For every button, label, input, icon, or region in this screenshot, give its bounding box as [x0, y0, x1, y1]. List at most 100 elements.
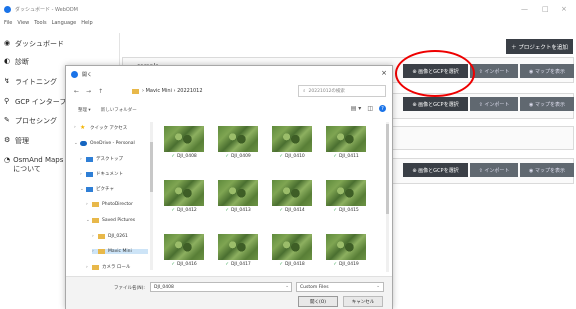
file-thumbnail[interactable]: ✓ DJI_0417 [214, 234, 262, 267]
filename-input[interactable]: DJI_0408 ⌄ [150, 282, 292, 292]
close-icon[interactable]: × [381, 69, 387, 77]
import-button[interactable]: ⇪ インポート [470, 163, 518, 177]
tree-item-label: PhotoDirector [102, 202, 133, 207]
file-thumbnail[interactable]: ✓ DJI_0416 [160, 234, 208, 267]
sync-check-icon: ✓ [225, 154, 229, 159]
close-window-button[interactable]: × [561, 5, 567, 13]
tree-item-label: クイック アクセス [90, 125, 128, 131]
dashboard-icon: ◉ [4, 39, 11, 47]
file-thumbnail[interactable]: ✓ DJI_0414 [268, 180, 316, 213]
menu-language[interactable]: Language [52, 20, 77, 30]
file-grid: ✓ DJI_0408 ✓ DJI_0409 ✓ DJI_0410 ✓ DJI_0411 … [158, 122, 390, 272]
view-mode-icon[interactable]: ▤ ▾ [351, 105, 362, 112]
search-input[interactable]: ⌕ 20221012の検索 [298, 85, 386, 97]
file-name: DJI_0419 [338, 262, 359, 267]
open-button[interactable]: 開く(O) [298, 296, 338, 307]
menu-tools[interactable]: Tools [34, 20, 46, 30]
tree-item-mavic-mini[interactable]: › Mavic Mini [92, 249, 148, 254]
scrollbar-thumb[interactable] [150, 142, 153, 192]
tree-item-label: ピクチャ [96, 187, 114, 192]
minimize-button[interactable]: — [521, 5, 528, 13]
file-thumbnail[interactable]: ✓ DJI_0419 [322, 234, 370, 267]
tree-item-label: DJI_0261 [108, 234, 128, 239]
sidebar-item-lightning[interactable]: ↯ ライトニング [4, 77, 57, 87]
tree-item-dji-0261[interactable]: › DJI_0261 [92, 234, 128, 239]
sidebar-item-about[interactable]: ◔ OsmAnd Maps について [4, 156, 68, 174]
help-icon[interactable]: ? [379, 105, 386, 112]
map-marker-icon: ⚲ [4, 97, 10, 105]
tree-item-pictures[interactable]: ⌄ ピクチャ [80, 186, 114, 192]
menu-file[interactable]: File [4, 20, 12, 30]
sidebar-item-admin[interactable]: ⚙ 管理 [4, 136, 29, 146]
file-thumbnail[interactable]: ✓ DJI_0408 [160, 126, 208, 159]
lightning-icon: ↯ [4, 77, 10, 85]
file-name: DJI_0408 [176, 154, 197, 159]
file-thumbnail[interactable]: ✓ DJI_0412 [160, 180, 208, 213]
import-button[interactable]: ⇪ インポート [470, 64, 518, 78]
file-name: DJI_0417 [230, 262, 251, 267]
back-arrow-icon[interactable]: ← [74, 88, 79, 95]
file-thumbnail[interactable]: ✓ DJI_0415 [322, 180, 370, 213]
tree-item-label: ドキュメント [96, 172, 123, 177]
show-map-button[interactable]: ◉ マップを表示 [520, 163, 574, 177]
show-map-button[interactable]: ◉ マップを表示 [520, 64, 574, 78]
sidebar-item-label: ライトニング [15, 78, 57, 86]
scrollbar-thumb[interactable] [386, 124, 389, 214]
aerial-photo-image [326, 180, 366, 206]
filetype-select[interactable]: Custom Files ⌄ [296, 282, 384, 292]
cloud-icon [80, 141, 87, 146]
cancel-button[interactable]: キャンセル [343, 296, 383, 307]
tree-item-label: カメラ ロール [102, 265, 131, 270]
file-thumbnail[interactable]: ✓ DJI_0411 [322, 126, 370, 159]
file-thumbnail[interactable]: ✓ DJI_0410 [268, 126, 316, 159]
filetype-value: Custom Files [300, 284, 329, 290]
search-icon: ⌕ [303, 89, 306, 94]
tree-item-label: OneDrive - Personal [90, 141, 135, 146]
sidebar-item-diagnostic[interactable]: ◐ 診断 [4, 57, 29, 67]
aerial-photo-image [218, 126, 258, 152]
organize-button[interactable]: 整理 ▾ [78, 107, 91, 113]
sync-check-icon: ✓ [171, 262, 175, 267]
menu-view[interactable]: View [17, 20, 29, 30]
tree-scrollbar[interactable] [150, 122, 153, 270]
new-folder-button[interactable]: 新しいフォルダー [101, 107, 137, 113]
tree-item-desktop[interactable]: › デスクトップ [80, 156, 123, 162]
file-grid-scrollbar[interactable] [386, 122, 389, 272]
tree-item-documents[interactable]: › ドキュメント [80, 171, 123, 177]
dialog-footer: ファイル名(N): DJI_0408 ⌄ Custom Files ⌄ 開く(O… [66, 276, 392, 309]
file-name: DJI_0415 [338, 208, 359, 213]
show-map-button[interactable]: ◉ マップを表示 [520, 97, 574, 111]
tree-item-saved-pictures[interactable]: ⌄ Saved Pictures [86, 218, 135, 223]
sync-check-icon: ✓ [279, 154, 283, 159]
select-images-gcp-button[interactable]: ⊕ 画像とGCPを選択 [403, 97, 468, 111]
chevron-down-icon[interactable]: ⌄ [285, 284, 289, 289]
file-name: DJI_0414 [284, 208, 305, 213]
tree-item-photodirector[interactable]: › PhotoDirector [86, 202, 133, 207]
aerial-photo-image [272, 180, 312, 206]
chevron-down-icon[interactable]: ⌄ [376, 284, 380, 289]
sync-check-icon: ✓ [333, 208, 337, 213]
gears-icon: ⚙ [4, 136, 11, 144]
sidebar-item-dashboard[interactable]: ◉ ダッシュボード [4, 39, 64, 49]
file-thumbnail[interactable]: ✓ DJI_0413 [214, 180, 262, 213]
menu-help[interactable]: Help [81, 20, 92, 30]
file-thumbnail[interactable]: ✓ DJI_0418 [268, 234, 316, 267]
wrench-icon: ✎ [4, 116, 10, 124]
sidebar-item-processing[interactable]: ✎ プロセシング [4, 116, 57, 126]
forward-arrow-icon[interactable]: → [86, 88, 91, 95]
app-icon [4, 5, 11, 13]
up-arrow-icon[interactable]: ↑ [98, 88, 103, 95]
sync-check-icon: ✓ [225, 208, 229, 213]
tree-item-onedrive[interactable]: ⌄ OneDrive - Personal [74, 141, 135, 146]
import-button[interactable]: ⇪ インポート [470, 97, 518, 111]
tree-item-camera-roll[interactable]: › カメラ ロール [86, 264, 130, 270]
maximize-button[interactable]: □ [542, 5, 549, 13]
address-bar[interactable]: › Mavic Mini › 20221012 [132, 85, 282, 97]
select-images-gcp-button[interactable]: ⊕ 画像とGCPを選択 [403, 163, 468, 177]
file-name: DJI_0416 [176, 262, 197, 267]
preview-pane-icon[interactable]: ◫ [367, 105, 373, 112]
info-icon: ◔ [4, 156, 11, 164]
add-project-button[interactable]: ＋ プロジェクトを追加 [506, 39, 573, 54]
tree-item-quick-access[interactable]: › ★ クイック アクセス [74, 124, 127, 131]
file-thumbnail[interactable]: ✓ DJI_0409 [214, 126, 262, 159]
